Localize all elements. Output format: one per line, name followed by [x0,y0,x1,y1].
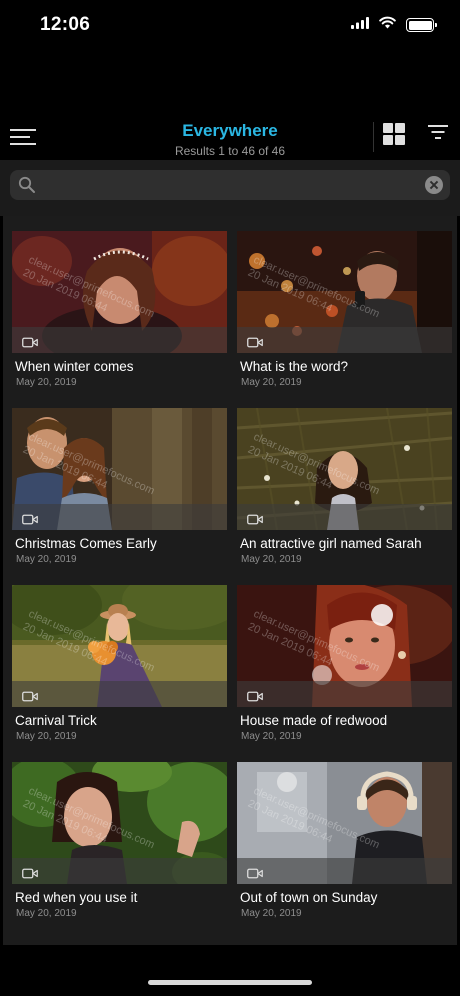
thumbnail-overlay [12,327,227,353]
thumbnail-image[interactable]: clear.user@primefocus.com 20 Jan 2019 06… [12,585,227,707]
app-header: Everywhere Results 1 to 46 of 46 [0,110,460,160]
results-count: Results 1 to 46 of 46 [174,144,286,158]
item-date: May 20, 2019 [241,377,302,388]
wifi-icon [379,16,396,34]
thumbnail-image[interactable]: clear.user@primefocus.com 20 Jan 2019 06… [237,231,452,353]
video-camera-icon [247,866,263,879]
media-card[interactable]: clear.user@primefocus.com 20 Jan 2019 06… [237,408,452,578]
item-date: May 20, 2019 [16,377,77,388]
item-title[interactable]: When winter comes [15,359,134,374]
thumbnail-image[interactable]: clear.user@primefocus.com 20 Jan 2019 06… [12,231,227,353]
battery-icon [406,18,437,32]
thumbnail-image[interactable]: clear.user@primefocus.com 20 Jan 2019 06… [237,762,452,884]
filter-icon[interactable] [428,124,448,140]
status-bar: 12:06 [0,0,460,50]
item-title[interactable]: Christmas Comes Early [15,536,157,551]
item-date: May 20, 2019 [16,731,77,742]
search-icon [18,176,36,194]
grid-view-icon[interactable] [383,123,405,145]
item-title[interactable]: Red when you use it [15,890,137,905]
thumbnail-image[interactable]: clear.user@primefocus.com 20 Jan 2019 06… [237,585,452,707]
thumbnail-overlay [237,327,452,353]
media-card[interactable]: clear.user@primefocus.com 20 Jan 2019 06… [12,762,227,932]
item-title[interactable]: What is the word? [240,359,348,374]
item-title[interactable]: Out of town on Sunday [240,890,377,905]
video-camera-icon [247,689,263,702]
item-date: May 20, 2019 [16,554,77,565]
media-card[interactable]: clear.user@primefocus.com 20 Jan 2019 06… [237,585,452,755]
video-camera-icon [22,689,38,702]
media-card[interactable]: clear.user@primefocus.com 20 Jan 2019 06… [12,408,227,578]
media-card[interactable]: clear.user@primefocus.com 20 Jan 2019 06… [237,231,452,401]
header-divider [373,122,374,152]
item-date: May 20, 2019 [16,908,77,919]
video-camera-icon [22,335,38,348]
status-icons [351,16,437,34]
thumbnail-image[interactable]: clear.user@primefocus.com 20 Jan 2019 06… [12,762,227,884]
search-field [10,170,450,200]
item-title[interactable]: An attractive girl named Sarah [240,536,422,551]
search-input[interactable] [42,170,422,200]
item-date: May 20, 2019 [241,908,302,919]
thumbnail-image[interactable]: clear.user@primefocus.com 20 Jan 2019 06… [12,408,227,530]
thumbnail-overlay [12,504,227,530]
clear-icon[interactable] [425,176,443,194]
media-card[interactable]: clear.user@primefocus.com 20 Jan 2019 06… [12,231,227,401]
item-date: May 20, 2019 [241,554,302,565]
thumbnail-overlay [237,681,452,707]
status-time: 12:06 [40,14,91,35]
item-title[interactable]: House made of redwood [240,713,387,728]
video-camera-icon [22,866,38,879]
item-title[interactable]: Carnival Trick [15,713,97,728]
thumbnail-overlay [12,681,227,707]
video-camera-icon [247,335,263,348]
thumbnail-overlay [237,858,452,884]
search-bar [0,160,460,216]
results-grid: clear.user@primefocus.com 20 Jan 2019 06… [3,216,457,945]
thumbnail-image[interactable]: clear.user@primefocus.com 20 Jan 2019 06… [237,408,452,530]
media-card[interactable]: clear.user@primefocus.com 20 Jan 2019 06… [12,585,227,755]
thumbnail-overlay [12,858,227,884]
media-card[interactable]: clear.user@primefocus.com 20 Jan 2019 06… [237,762,452,932]
video-camera-icon [247,512,263,525]
signal-icon [351,16,369,34]
home-indicator[interactable] [148,980,312,985]
thumbnail-overlay [237,504,452,530]
video-camera-icon [22,512,38,525]
item-date: May 20, 2019 [241,731,302,742]
